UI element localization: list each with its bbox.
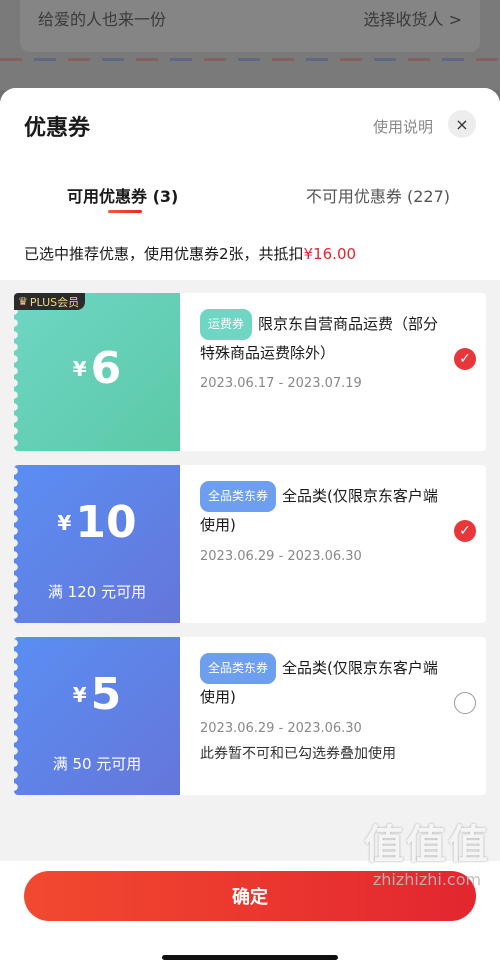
active-tab-indicator: [108, 210, 142, 213]
coupon-value-panel: ¥5 满 50 元可用: [14, 637, 180, 795]
currency-symbol: ¥: [72, 356, 87, 381]
coupon-checkbox[interactable]: ✓: [454, 348, 476, 370]
coupon-tag: 运费券: [200, 309, 253, 340]
background-page: 给爱的人也来一份 选择收货人 >: [0, 0, 500, 90]
sheet-header: 优惠券 使用说明 × 可用优惠券 (3) 不可用优惠券 (227) 已选中推荐优…: [0, 88, 500, 280]
checkmark-icon: ✓: [459, 523, 471, 539]
plus-badge-label: PLUS会员: [29, 295, 80, 309]
close-icon: ×: [455, 114, 469, 134]
home-indicator: [162, 955, 338, 960]
summary-amount: ¥16.00: [303, 245, 357, 263]
watermark-domain: zhizhizhi.com: [372, 870, 482, 889]
usage-help-link[interactable]: 使用说明: [373, 116, 433, 137]
coupon-value: ¥5: [14, 669, 180, 720]
coupon-condition: 满 120 元可用: [47, 583, 147, 601]
watermark-logo: 值值值: [364, 822, 490, 868]
coupon-dates: 2023.06.29 - 2023.06.30: [200, 721, 362, 736]
coupon-amount: 10: [75, 497, 137, 548]
coupon-card[interactable]: ¥5 满 50 元可用 全品类东券 全品类(仅限京东客户端使用) 2023.06.…: [14, 637, 486, 795]
currency-symbol: ¥: [57, 510, 72, 535]
coupon-value: ¥6: [14, 343, 180, 394]
tab-unavailable[interactable]: 不可用优惠券 (227): [306, 183, 450, 207]
coupon-checkbox[interactable]: ✓: [454, 520, 476, 542]
close-button[interactable]: ×: [448, 110, 476, 138]
plus-member-badge: ♛ PLUS会员: [14, 293, 86, 310]
coupon-amount: 5: [90, 669, 122, 720]
coupon-value-panel: ♛ PLUS会员 ¥6: [14, 293, 180, 451]
coupon-value-panel: ¥10 满 120 元可用: [14, 465, 180, 623]
coupon-dates: 2023.06.17 - 2023.07.19: [200, 376, 362, 391]
coupon-amount: 6: [90, 343, 122, 394]
coupon-checkbox[interactable]: [454, 692, 476, 714]
crown-icon: ♛: [18, 295, 28, 308]
coupon-title: 运费券 限京东自营商品运费（部分特殊商品运费除外）: [200, 309, 440, 367]
coupon-title: 全品类东券 全品类(仅限京东客户端使用): [200, 653, 440, 711]
coupon-tag: 全品类东券: [200, 481, 277, 512]
coupon-tag: 全品类东券: [200, 653, 277, 684]
coupon-note: 此券暂不可和已勾选券叠加使用: [200, 746, 396, 762]
background-left-text: 给爱的人也来一份: [38, 10, 167, 29]
watermark: 值值值 zhizhizhi.com: [364, 812, 490, 889]
coupon-condition: 满 50 元可用: [52, 755, 142, 773]
coupon-value: ¥10: [14, 497, 180, 548]
selection-summary: 已选中推荐优惠，使用优惠券2张，共抵扣¥16.00: [24, 243, 356, 264]
checkmark-icon: ✓: [459, 351, 471, 367]
coupon-dates: 2023.06.29 - 2023.06.30: [200, 549, 362, 564]
tab-available[interactable]: 可用优惠券 (3): [67, 183, 178, 207]
currency-symbol: ¥: [72, 682, 87, 707]
coupon-card[interactable]: ♛ PLUS会员 ¥6 运费券 限京东自营商品运费（部分特殊商品运费除外） 2023…: [14, 293, 486, 451]
summary-text: 已选中推荐优惠，使用优惠券2张，共抵扣: [24, 245, 304, 263]
sheet-title: 优惠券: [24, 116, 91, 141]
envelope-stripe: [0, 58, 500, 61]
coupon-title: 全品类东券 全品类(仅限京东客户端使用): [200, 481, 440, 539]
coupon-card[interactable]: ¥10 满 120 元可用 全品类东券 全品类(仅限京东客户端使用) 2023.0…: [14, 465, 486, 623]
background-right-text: 选择收货人 >: [363, 10, 463, 29]
